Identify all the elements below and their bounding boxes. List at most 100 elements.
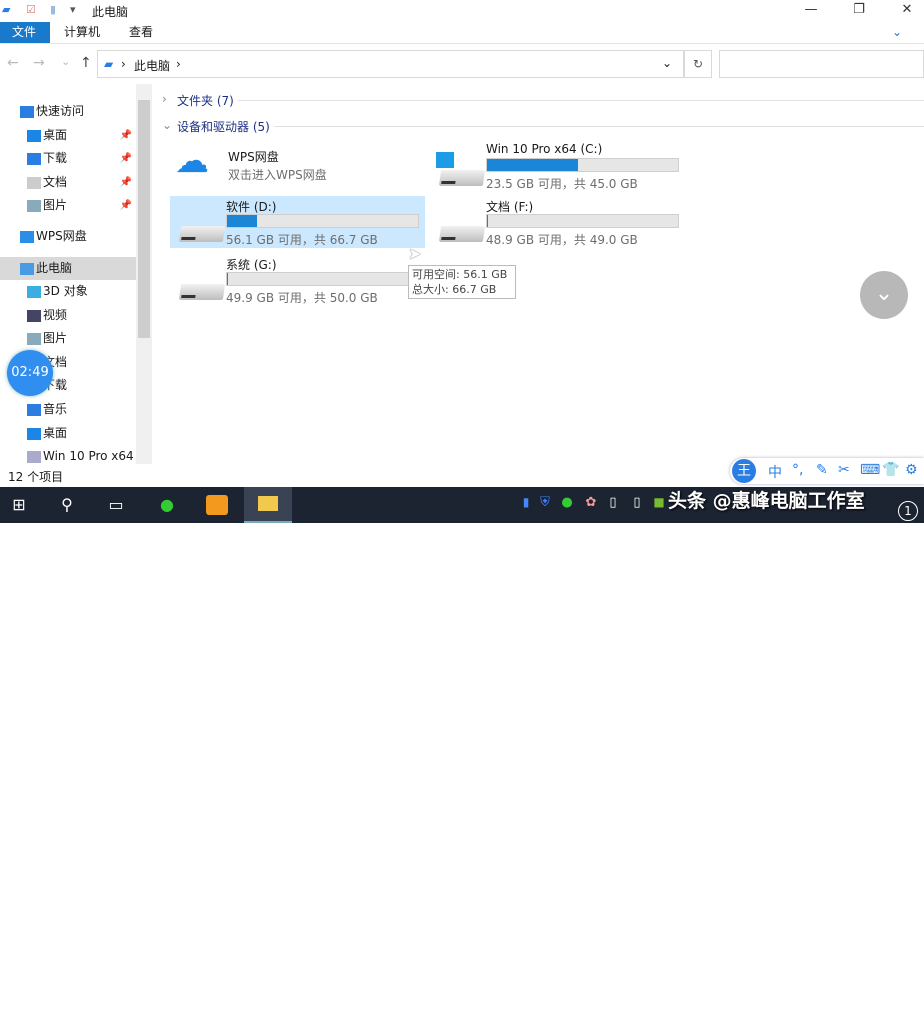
drive-usage-bar — [226, 272, 419, 286]
settings-icon[interactable]: ⚙ — [905, 462, 918, 478]
taskbar-date[interactable]: 2022/9/30/周五 — [780, 995, 870, 1012]
navigation-pane: 快速访问桌面📌下载📌文档📌图片📌WPS网盘此电脑3D 对象视频图片文档下载音乐桌… — [0, 84, 152, 464]
sidebar-item[interactable]: 桌面📌 — [0, 124, 136, 147]
sidebar-item-label: 桌面 — [43, 422, 67, 445]
timer-overlay: 02:49 — [7, 350, 53, 396]
nvidia-icon[interactable]: ■ — [648, 495, 670, 515]
sogou-icon[interactable] — [206, 495, 228, 515]
sidebar-item[interactable]: 图片 — [0, 327, 136, 350]
new-folder-icon[interactable]: ▮ — [50, 3, 56, 16]
3d-objects-icon — [27, 286, 41, 298]
wechat-tray-icon[interactable]: ● — [556, 495, 578, 515]
pin-icon[interactable]: 📌 — [120, 147, 132, 170]
drive-tile[interactable]: 系统 (G:) 49.9 GB 可用，共 50.0 GB — [170, 254, 425, 306]
ime-toolbar: 王 中 °, ✎ ✂ ⌨ 👕 ⚙ — [730, 458, 924, 484]
scissors-icon[interactable]: ✂ — [838, 462, 850, 478]
sidebar-item[interactable]: 音乐 — [0, 398, 136, 421]
group-folders[interactable]: 文件夹 (7) — [177, 92, 234, 109]
sidebar-item[interactable]: 桌面 — [0, 422, 136, 445]
pin-icon[interactable]: 📌 — [120, 171, 132, 194]
scroll-down-button[interactable]: ⌄ — [860, 271, 908, 319]
close-button[interactable]: ✕ — [884, 0, 924, 22]
recent-locations-button[interactable]: ⌄ — [61, 55, 70, 68]
title-bar: ▰ ☑ ▮ ▾ 此电脑 — ❐ ✕ — [0, 0, 924, 22]
sidebar-item-label: 3D 对象 — [43, 280, 88, 303]
sidebar-item[interactable]: WPS网盘 — [0, 225, 136, 248]
window-title: 此电脑 — [92, 3, 128, 20]
tab-computer[interactable]: 计算机 — [52, 22, 112, 43]
drive-tooltip: 可用空间: 56.1 GB 总大小: 66.7 GB — [408, 265, 516, 299]
devices-chevron[interactable]: ⌄ — [162, 118, 172, 132]
breadcrumb-this-pc[interactable]: 此电脑 — [134, 57, 170, 74]
drive-name: 系统 (G:) — [226, 256, 277, 273]
sidebar-item-label: 快速访问 — [36, 100, 84, 123]
expand-ribbon-icon[interactable]: ⌄ — [880, 22, 914, 43]
sidebar-item-label: Win 10 Pro x64 — [43, 445, 134, 468]
breadcrumb-chevron[interactable]: › — [176, 57, 181, 71]
device-icon[interactable]: ▯ — [626, 495, 648, 515]
wechat-icon[interactable]: ● — [156, 495, 178, 515]
up-button[interactable]: ↑ — [80, 55, 92, 71]
pin-icon[interactable]: 📌 — [120, 124, 132, 147]
sidebar-item-label: 图片 — [43, 327, 67, 350]
sidebar-item[interactable]: 文档📌 — [0, 171, 136, 194]
minimize-button[interactable]: — — [788, 0, 834, 22]
skin-icon[interactable]: 👕 — [882, 462, 899, 478]
drive-usage-bar — [486, 158, 679, 172]
tab-file[interactable]: 文件 — [0, 22, 50, 43]
star-icon — [20, 106, 34, 118]
watermark: 头条 @惠峰电脑工作室 — [668, 486, 865, 513]
pictures-icon — [27, 333, 41, 345]
drive-name: 软件 (D:) — [226, 198, 276, 215]
drive-tile[interactable]: Win 10 Pro x64 (C:) 23.5 GB 可用，共 45.0 GB — [430, 140, 685, 192]
properties-icon[interactable]: ☑ — [26, 3, 36, 16]
app-tray-icon[interactable]: ✿ — [580, 495, 602, 515]
ime-punct-button[interactable]: °, — [792, 462, 803, 478]
sidebar-scrollbar-thumb[interactable] — [138, 100, 150, 338]
wps-sub: 双击进入WPS网盘 — [228, 166, 327, 183]
microphone-icon[interactable]: ▯ — [602, 495, 624, 515]
sidebar-item[interactable]: 下载📌 — [0, 147, 136, 170]
ime-mode-button[interactable]: 中 — [768, 462, 782, 482]
maximize-button[interactable]: ❐ — [836, 0, 882, 22]
notification-badge[interactable]: 1 — [898, 501, 918, 521]
sidebar-item[interactable]: 图片📌 — [0, 194, 136, 217]
refresh-button[interactable]: ↻ — [684, 50, 712, 78]
tab-view[interactable]: 查看 — [117, 22, 165, 43]
folders-chevron[interactable]: › — [162, 92, 167, 106]
drive-tile[interactable]: 软件 (D:) 56.1 GB 可用，共 66.7 GB — [170, 196, 425, 248]
group-devices[interactable]: 设备和驱动器 (5) — [177, 118, 270, 135]
ime-logo[interactable]: 王 — [732, 459, 756, 483]
sidebar-item-label: 此电脑 — [36, 257, 72, 280]
pin-icon[interactable]: 📌 — [120, 194, 132, 217]
drive-info: 56.1 GB 可用，共 66.7 GB — [226, 231, 378, 248]
sidebar-item[interactable]: Win 10 Pro x64 — [0, 445, 136, 468]
address-bar[interactable]: ▰ › 此电脑 › ⌄ — [97, 50, 684, 78]
start-icon[interactable]: ⊞ — [8, 495, 30, 515]
drive-icon — [179, 226, 225, 242]
sidebar-item[interactable]: 此电脑 — [0, 257, 136, 280]
sidebar-item-label: 视频 — [43, 304, 67, 327]
drive-icon — [179, 284, 225, 300]
keyboard-icon[interactable]: ⌨ — [860, 462, 880, 478]
wps-drive-tile[interactable]: ☁ WPS网盘 双击进入WPS网盘 — [170, 140, 420, 190]
address-dropdown-icon[interactable]: ⌄ — [662, 56, 672, 70]
drive-usage-bar — [486, 214, 679, 228]
drive-tile[interactable]: 文档 (F:) 48.9 GB 可用，共 49.0 GB — [430, 196, 685, 248]
customize-toolbar-icon[interactable]: ▾ — [70, 3, 76, 16]
drive-name: 文档 (F:) — [486, 198, 533, 215]
back-button[interactable]: ← — [7, 55, 19, 71]
videos-icon — [27, 310, 41, 322]
sidebar-item[interactable]: 3D 对象 — [0, 280, 136, 303]
security-icon[interactable]: ⛨ — [534, 495, 556, 515]
download-icon — [27, 153, 41, 165]
search-icon[interactable]: ⚲ — [56, 495, 78, 515]
tooltip-free: 可用空间: 56.1 GB — [412, 267, 512, 282]
pen-icon[interactable]: ✎ — [816, 462, 828, 478]
sidebar-item[interactable]: 快速访问 — [0, 100, 136, 123]
search-input[interactable] — [719, 50, 924, 78]
file-explorer-taskbar-button[interactable] — [244, 487, 292, 523]
task-view-icon[interactable]: ▭ — [105, 495, 127, 515]
sidebar-item[interactable]: 视频 — [0, 304, 136, 327]
forward-button[interactable]: → — [33, 55, 45, 71]
